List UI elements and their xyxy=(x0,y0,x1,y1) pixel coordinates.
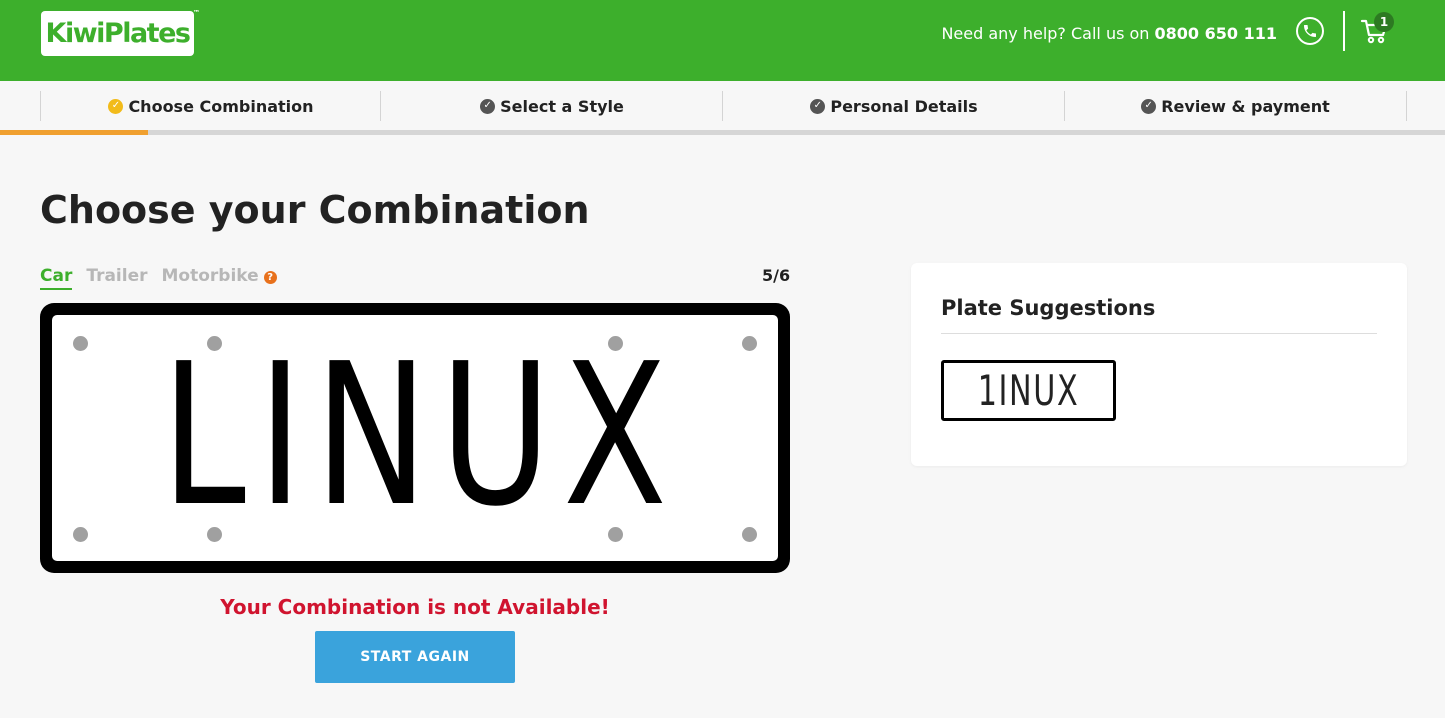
phone-icon[interactable] xyxy=(1296,17,1324,45)
tab-motorbike-label: Motorbike xyxy=(161,266,259,286)
step-divider xyxy=(1406,91,1407,121)
step-personal-details[interactable]: ✓ Personal Details xyxy=(722,91,1065,121)
check-circle-icon: ✓ xyxy=(108,98,124,114)
checkout-steps: ✓ Choose Combination ✓ Select a Style ✓ … xyxy=(0,81,1445,135)
step-choose-combination[interactable]: ✓ Choose Combination xyxy=(40,91,381,121)
cart-count-badge: 1 xyxy=(1374,12,1394,32)
suggested-plate-text: 1INUX xyxy=(977,366,1080,415)
plate-bolt xyxy=(742,336,757,351)
header-divider xyxy=(1343,11,1345,51)
logo-text: KiwiPlates xyxy=(45,18,191,49)
tab-car[interactable]: Car xyxy=(40,266,73,290)
site-header: KiwiPlates ™ Need any help? Call us on 0… xyxy=(0,0,1445,81)
help-text: Need any help? Call us on 0800 650 111 xyxy=(941,24,1277,43)
plate-bolt xyxy=(73,527,88,542)
availability-message: Your Combination is not Available! xyxy=(220,595,610,619)
step-label: Choose Combination xyxy=(128,96,314,116)
plate-suggestions-panel: Plate Suggestions 1INUX xyxy=(911,263,1407,466)
check-circle-icon: ✓ xyxy=(810,98,826,114)
progress-fill xyxy=(0,130,148,135)
phone-glyph xyxy=(1304,25,1316,37)
check-circle-icon: ✓ xyxy=(480,98,496,114)
help-prefix: Need any help? Call us on xyxy=(941,24,1155,43)
step-select-style[interactable]: ✓ Select a Style xyxy=(380,91,723,121)
plate-face: LINUX xyxy=(52,315,778,561)
character-counter: 5/6 xyxy=(762,266,791,285)
tab-motorbike[interactable]: Motorbike? xyxy=(162,266,277,290)
step-label: Review & payment xyxy=(1161,96,1330,116)
step-label: Personal Details xyxy=(830,96,978,116)
plate-preview: LINUX xyxy=(40,303,790,573)
plate-bolt xyxy=(73,336,88,351)
plate-bolt xyxy=(742,527,757,542)
suggestions-divider xyxy=(941,333,1377,334)
page-title: Choose your Combination xyxy=(40,188,590,232)
vehicle-type-tabs: Car Trailer Motorbike? xyxy=(40,266,277,290)
tab-trailer[interactable]: Trailer xyxy=(86,266,147,290)
kiwiplates-logo[interactable]: KiwiPlates xyxy=(41,11,194,56)
step-review-payment[interactable]: ✓ Review & payment xyxy=(1064,91,1406,121)
check-circle-icon: ✓ xyxy=(1141,98,1157,114)
step-label: Select a Style xyxy=(500,96,624,116)
suggestions-title: Plate Suggestions xyxy=(941,296,1156,320)
suggested-plate[interactable]: 1INUX xyxy=(941,360,1116,421)
logo-trademark: ™ xyxy=(193,9,200,17)
help-circle-icon[interactable]: ? xyxy=(263,271,277,284)
help-phone-number[interactable]: 0800 650 111 xyxy=(1155,24,1277,43)
plate-combination-text: LINUX xyxy=(161,322,679,550)
progress-track xyxy=(0,130,1445,135)
start-again-button[interactable]: START AGAIN xyxy=(315,631,515,683)
